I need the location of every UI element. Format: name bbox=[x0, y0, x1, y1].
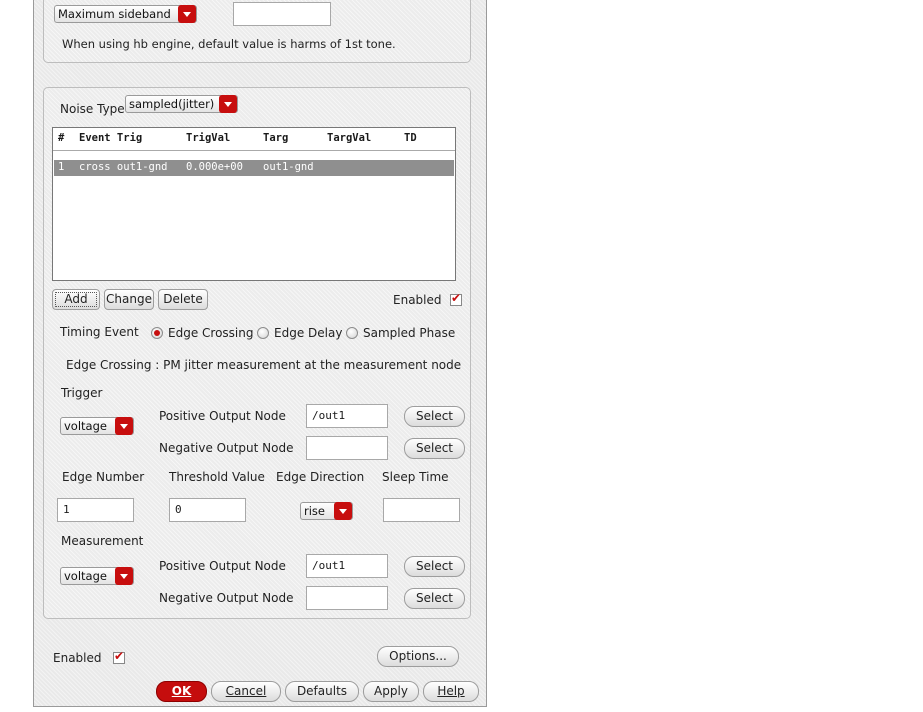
sleep-time-input[interactable] bbox=[383, 498, 460, 522]
trigger-pos-label: Positive Output Node bbox=[159, 409, 286, 423]
col-event-trig: Event Trig bbox=[79, 132, 143, 144]
sideband-note: When using hb engine, default value is h… bbox=[62, 37, 396, 51]
measurement-pos-label: Positive Output Node bbox=[159, 559, 286, 573]
trigger-neg-select-button[interactable]: Select bbox=[404, 438, 465, 459]
cell-event-trig: cross out1-gnd bbox=[79, 161, 168, 173]
col-td: TD bbox=[404, 132, 417, 144]
event-table-header: # Event Trig TrigVal Targ TargVal TD bbox=[53, 128, 455, 151]
trigger-neg-label: Negative Output Node bbox=[159, 441, 294, 455]
measurement-pos-select-button[interactable]: Select bbox=[404, 556, 465, 577]
measurement-neg-input[interactable] bbox=[306, 586, 388, 610]
cell-trigval: 0.000e+00 bbox=[186, 161, 243, 173]
chevron-down-icon bbox=[334, 502, 352, 520]
measurement-type-select[interactable]: voltage bbox=[60, 567, 134, 585]
options-button[interactable]: Options... bbox=[377, 646, 459, 667]
edge-delay-radio[interactable] bbox=[257, 327, 269, 339]
cell-num: 1 bbox=[58, 161, 65, 173]
chevron-down-icon bbox=[115, 567, 133, 585]
noise-type-value: sampled(jitter) bbox=[129, 97, 215, 111]
col-targ: Targ bbox=[263, 132, 289, 144]
help-label: Help bbox=[437, 684, 465, 698]
noise-type-select[interactable]: sampled(jitter) bbox=[125, 95, 238, 113]
edge-direction-label: Edge Direction bbox=[276, 470, 365, 484]
sideband-extra-input[interactable] bbox=[233, 2, 331, 26]
measurement-pos-input[interactable]: /out1 bbox=[306, 554, 388, 578]
edge-direction-select[interactable]: rise bbox=[300, 502, 353, 520]
edge-delay-label: Edge Delay bbox=[274, 326, 343, 340]
edge-number-input[interactable]: 1 bbox=[57, 498, 134, 522]
sampled-phase-radio[interactable] bbox=[346, 327, 358, 339]
change-button[interactable]: Change bbox=[104, 289, 154, 310]
defaults-button[interactable]: Defaults bbox=[285, 681, 359, 702]
sampled-phase-label: Sampled Phase bbox=[363, 326, 456, 340]
threshold-input[interactable]: 0 bbox=[169, 498, 246, 522]
trigger-type-select[interactable]: voltage bbox=[60, 417, 134, 435]
measurement-type-value: voltage bbox=[64, 569, 107, 583]
col-targval: TargVal bbox=[327, 132, 372, 144]
footer-enabled-label: Enabled bbox=[53, 651, 102, 665]
trigger-pos-select-button[interactable]: Select bbox=[404, 406, 465, 427]
edge-number-label: Edge Number bbox=[62, 470, 145, 484]
threshold-label: Threshold Value bbox=[169, 470, 265, 484]
col-num: # bbox=[58, 132, 65, 144]
ok-button[interactable]: OK bbox=[156, 681, 207, 702]
ok-label: OK bbox=[171, 684, 192, 698]
measurement-neg-label: Negative Output Node bbox=[159, 591, 294, 605]
noise-enabled-label: Enabled bbox=[393, 293, 442, 307]
add-button[interactable]: Add bbox=[52, 289, 100, 310]
delete-button[interactable]: Delete bbox=[158, 289, 208, 310]
apply-button[interactable]: Apply bbox=[363, 681, 419, 702]
cell-targ: out1-gnd bbox=[263, 161, 314, 173]
measurement-heading: Measurement bbox=[61, 534, 144, 548]
edge-direction-value: rise bbox=[304, 504, 325, 518]
timing-event-label: Timing Event bbox=[60, 325, 139, 339]
trigger-type-value: voltage bbox=[64, 419, 107, 433]
chevron-down-icon bbox=[178, 5, 196, 23]
analysis-dialog: Maximum sideband When using hb engine, d… bbox=[33, 0, 487, 707]
sideband-select[interactable]: Maximum sideband bbox=[54, 5, 197, 23]
edge-crossing-radio[interactable] bbox=[151, 327, 163, 339]
noise-enabled-checkbox[interactable] bbox=[450, 291, 462, 306]
trigger-heading: Trigger bbox=[61, 386, 103, 400]
table-row[interactable]: 1 cross out1-gnd 0.000e+00 out1-gnd bbox=[54, 160, 454, 176]
footer-enabled-checkbox[interactable] bbox=[113, 649, 125, 664]
help-button[interactable]: Help bbox=[423, 681, 479, 702]
measurement-neg-select-button[interactable]: Select bbox=[404, 588, 465, 609]
edge-crossing-label: Edge Crossing bbox=[168, 326, 254, 340]
sideband-select-value: Maximum sideband bbox=[58, 7, 171, 21]
noise-type-label: Noise Type bbox=[60, 102, 125, 116]
sleep-time-label: Sleep Time bbox=[382, 470, 449, 484]
chevron-down-icon bbox=[115, 417, 133, 435]
timing-description: Edge Crossing : PM jitter measurement at… bbox=[66, 358, 462, 372]
col-trigval: TrigVal bbox=[186, 132, 231, 144]
event-table[interactable]: # Event Trig TrigVal Targ TargVal TD 1 c… bbox=[52, 127, 456, 281]
cancel-label: Cancel bbox=[225, 684, 267, 698]
chevron-down-icon bbox=[219, 95, 237, 113]
cancel-button[interactable]: Cancel bbox=[211, 681, 281, 702]
trigger-pos-input[interactable]: /out1 bbox=[306, 404, 388, 428]
trigger-neg-input[interactable] bbox=[306, 436, 388, 460]
